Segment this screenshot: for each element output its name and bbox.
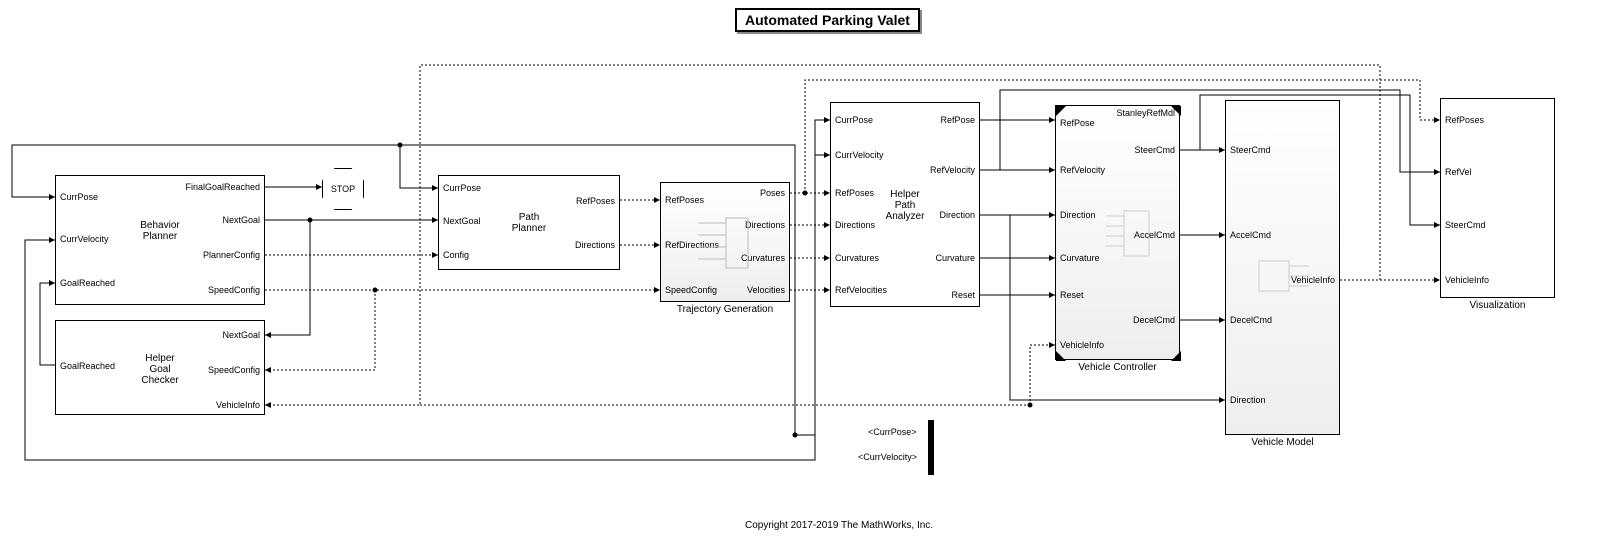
diagram-title: Automated Parking Valet xyxy=(735,8,920,32)
port-in-currvelocity: CurrVelocity xyxy=(60,234,109,244)
port-in-refvelocity: RefVelocity xyxy=(1060,165,1105,175)
block-stop[interactable]: STOP xyxy=(322,168,364,210)
port-out-decelcmd: DecelCmd xyxy=(1133,315,1175,325)
block-label: Vehicle Controller xyxy=(1056,362,1179,373)
port-in-vehicleinfo: VehicleInfo xyxy=(1445,275,1489,285)
block-visualization[interactable]: RefPoses RefVel SteerCmd VehicleInfo Vis… xyxy=(1440,98,1555,298)
block-label: Trajectory Generation xyxy=(661,304,789,315)
port-out-direction: Direction xyxy=(939,210,975,220)
port-in-refvel: RefVelocities xyxy=(835,285,887,295)
port-out-speedcfg: SpeedConfig xyxy=(208,365,260,375)
port-out-speedcfg: SpeedConfig xyxy=(208,285,260,295)
port-in-vehicleinfo: VehicleInfo xyxy=(1060,340,1104,350)
port-out-vehicleinfo: VehicleInfo xyxy=(1291,275,1335,285)
modelref-name: StanleyRefMdl xyxy=(1074,108,1175,118)
port-out-directions: Directions xyxy=(745,220,785,230)
port-in-steercmd: SteerCmd xyxy=(1445,220,1486,230)
block-label: Visualization xyxy=(1441,300,1554,311)
port-out-refvel: RefVelocity xyxy=(930,165,975,175)
port-out-finalgoal: FinalGoalReached xyxy=(185,182,260,192)
block-bus-selector[interactable] xyxy=(928,420,934,475)
block-vehicle-model[interactable]: SteerCmd AccelCmd DecelCmd Direction Veh… xyxy=(1225,100,1340,435)
port-in-refvel: RefVel xyxy=(1445,167,1472,177)
port-out-curvatures: Curvatures xyxy=(741,253,785,263)
port-out-directions: Directions xyxy=(575,240,615,250)
port-out-poses: Poses xyxy=(760,188,785,198)
port-in-nextgoal: NextGoal xyxy=(443,216,481,226)
block-path-planner[interactable]: Path Planner CurrPose NextGoal Config Re… xyxy=(438,175,620,270)
port-in-currvelocity: CurrVelocity xyxy=(835,150,884,160)
port-out-refposes: RefPoses xyxy=(576,196,615,206)
port-out-steercmd: SteerCmd xyxy=(1134,145,1175,155)
block-helper-goal-checker[interactable]: Helper Goal Checker GoalReached NextGoal… xyxy=(55,320,265,415)
port-in-refposes: RefPoses xyxy=(1445,115,1484,125)
port-in-direction: Direction xyxy=(1230,395,1266,405)
block-label: Vehicle Model xyxy=(1226,437,1339,448)
signal-label-currvelocity: <CurrVelocity> xyxy=(858,452,917,462)
port-in-refposes: RefPoses xyxy=(835,188,874,198)
stop-label: STOP xyxy=(331,184,355,194)
port-in-curvature: Curvature xyxy=(1060,253,1100,263)
port-in-goalreached: GoalReached xyxy=(60,361,115,371)
port-in-decelcmd: DecelCmd xyxy=(1230,315,1272,325)
port-in-refdirections: RefDirections xyxy=(665,240,719,250)
block-behavior-planner[interactable]: Behavior Planner CurrPose CurrVelocity G… xyxy=(55,175,265,305)
port-out-plannercfg: PlannerConfig xyxy=(203,250,260,260)
port-in-currpose: CurrPose xyxy=(835,115,873,125)
signal-label-currpose: <CurrPose> xyxy=(868,427,917,437)
port-in-config: Config xyxy=(443,250,469,260)
diagram-canvas: Automated Parking Valet xyxy=(0,0,1607,558)
port-in-curvatures: Curvatures xyxy=(835,253,879,263)
port-out-nextgoal: NextGoal xyxy=(222,215,260,225)
port-in-refposes: RefPoses xyxy=(665,195,704,205)
port-out-vehicleinfo: VehicleInfo xyxy=(216,400,260,410)
port-in-currpose: CurrPose xyxy=(60,192,98,202)
port-in-directions: Directions xyxy=(835,220,875,230)
copyright-text: Copyright 2017-2019 The MathWorks, Inc. xyxy=(745,520,933,531)
block-trajectory-generation[interactable]: RefPoses RefDirections SpeedConfig Poses… xyxy=(660,182,790,302)
port-in-speedconfig: SpeedConfig xyxy=(665,285,717,295)
port-in-steercmd: SteerCmd xyxy=(1230,145,1271,155)
port-out-velocities: Velocities xyxy=(747,285,785,295)
port-in-goalreached: GoalReached xyxy=(60,278,115,288)
port-out-refpose: RefPose xyxy=(940,115,975,125)
port-in-refpose: RefPose xyxy=(1060,118,1095,128)
block-helper-path-analyzer[interactable]: Helper Path Analyzer CurrPose CurrVeloci… xyxy=(830,102,980,307)
port-out-reset: Reset xyxy=(951,290,975,300)
block-vehicle-controller[interactable]: StanleyRefMdl RefPose RefVelocity Direct… xyxy=(1055,105,1180,360)
port-out-nextgoal: NextGoal xyxy=(222,330,260,340)
port-in-reset: Reset xyxy=(1060,290,1084,300)
port-out-accelcmd: AccelCmd xyxy=(1134,230,1175,240)
port-in-currpose: CurrPose xyxy=(443,183,481,193)
port-in-direction: Direction xyxy=(1060,210,1096,220)
port-out-curvature: Curvature xyxy=(935,253,975,263)
port-in-accelcmd: AccelCmd xyxy=(1230,230,1271,240)
